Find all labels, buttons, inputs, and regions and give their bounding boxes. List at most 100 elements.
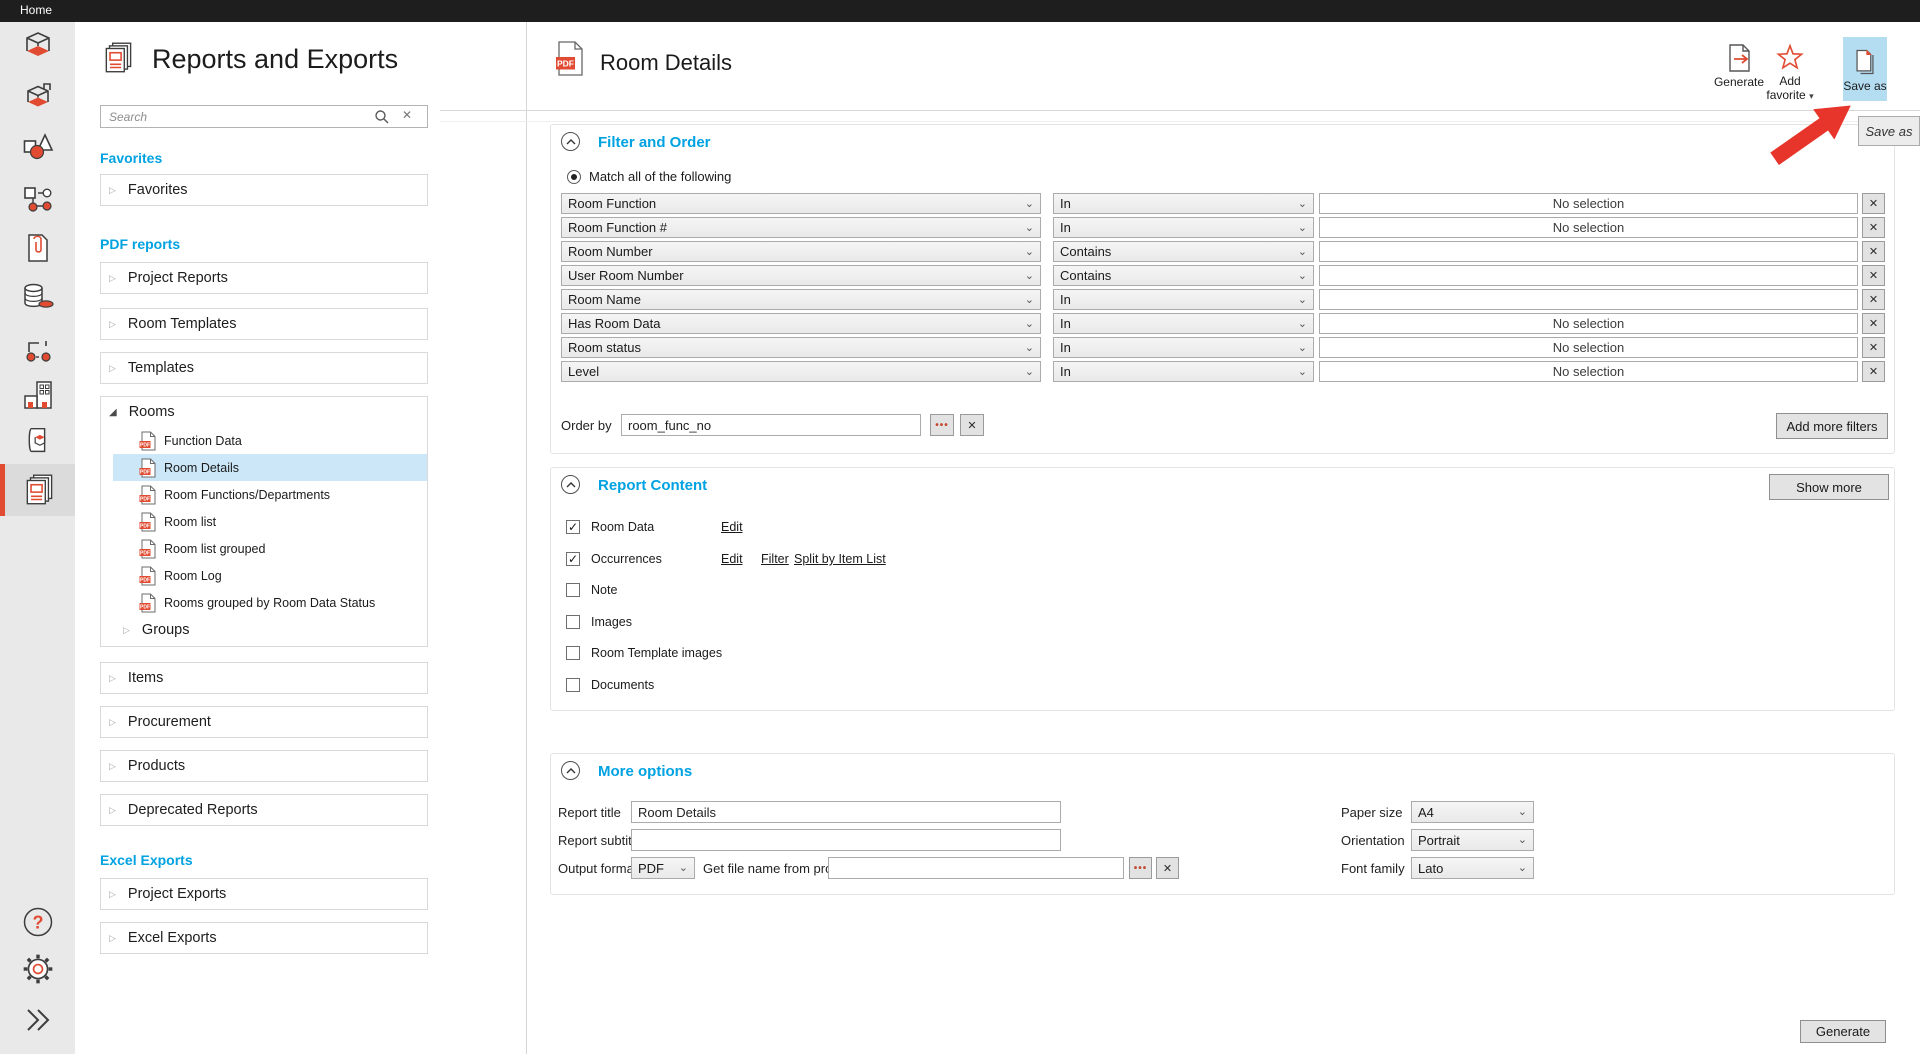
report-title-input[interactable] xyxy=(631,801,1061,823)
rail-help[interactable]: ? xyxy=(0,905,75,939)
tree-group-project-reports[interactable]: ▷ Project Reports xyxy=(100,262,428,294)
clear-search-icon[interactable]: ✕ xyxy=(402,108,412,122)
filter-field-select[interactable]: Room Function #⌄ xyxy=(561,217,1041,238)
file-name-clear-button[interactable]: ✕ xyxy=(1156,857,1179,879)
expander-collapsed-icon[interactable]: ▷ xyxy=(109,717,116,728)
room-template-images-checkbox[interactable] xyxy=(566,646,580,660)
font-family-select[interactable]: Lato ⌄ xyxy=(1411,857,1534,879)
remove-filter-button[interactable]: ✕ xyxy=(1862,265,1885,286)
expander-collapsed-icon[interactable]: ▷ xyxy=(109,805,116,816)
rail-settings[interactable] xyxy=(0,952,75,986)
filter-operator-select[interactable]: In⌄ xyxy=(1053,313,1314,334)
filter-operator-select[interactable]: In⌄ xyxy=(1053,361,1314,382)
tree-group-templates[interactable]: ▷ Templates xyxy=(100,352,428,384)
tree-node-groups[interactable]: ▷ Groups xyxy=(101,616,427,644)
rail-systems[interactable] xyxy=(0,182,75,218)
filter-field-select[interactable]: Has Room Data⌄ xyxy=(561,313,1041,334)
home-tab[interactable]: Home xyxy=(20,3,52,17)
file-name-property-input[interactable] xyxy=(828,857,1124,879)
expander-collapsed-icon[interactable]: ▷ xyxy=(123,625,130,636)
output-format-select[interactable]: PDF ⌄ xyxy=(631,857,695,879)
filter-value-combo[interactable]: No selection xyxy=(1319,313,1858,334)
expander-collapsed-icon[interactable]: ▷ xyxy=(109,363,116,374)
match-all-radio[interactable] xyxy=(567,170,581,184)
rail-product-catalog[interactable] xyxy=(0,424,75,458)
add-more-filters-button[interactable]: Add more filters xyxy=(1776,413,1888,439)
remove-filter-button[interactable]: ✕ xyxy=(1862,241,1885,262)
tree-item-rooms-grouped-by-room-data-status[interactable]: PDF Rooms grouped by Room Data Status xyxy=(113,589,427,616)
collapse-section-button[interactable] xyxy=(561,761,580,780)
remove-filter-button[interactable]: ✕ xyxy=(1862,313,1885,334)
expander-collapsed-icon[interactable]: ▷ xyxy=(109,889,116,900)
expander-collapsed-icon[interactable]: ▷ xyxy=(109,933,116,944)
collapse-section-button[interactable] xyxy=(561,475,580,494)
rail-buildings[interactable] xyxy=(0,377,75,413)
images-checkbox[interactable] xyxy=(566,615,580,629)
occurrences-checkbox[interactable]: ✓ xyxy=(566,552,580,566)
order-by-clear-button[interactable]: ✕ xyxy=(960,414,984,436)
tree-item-room-list-grouped[interactable]: PDF Room list grouped xyxy=(113,535,427,562)
filter-value-combo[interactable]: No selection xyxy=(1319,193,1858,214)
remove-filter-button[interactable]: ✕ xyxy=(1862,193,1885,214)
filter-field-select[interactable]: Room Function⌄ xyxy=(561,193,1041,214)
documents-checkbox[interactable] xyxy=(566,678,580,692)
show-more-button[interactable]: Show more xyxy=(1769,474,1889,500)
orientation-select[interactable]: Portrait ⌄ xyxy=(1411,829,1534,851)
add-favorite-toolbar-button[interactable]: Add favorite ▾ xyxy=(1759,43,1821,102)
filter-value-combo[interactable]: No selection xyxy=(1319,337,1858,358)
filter-link[interactable]: Filter xyxy=(761,552,789,566)
tree-group-products[interactable]: ▷ Products xyxy=(100,750,428,782)
filter-operator-select[interactable]: In⌄ xyxy=(1053,337,1314,358)
filter-operator-select[interactable]: In⌄ xyxy=(1053,193,1314,214)
split-by-item-list-link[interactable]: Split by Item List xyxy=(794,552,886,566)
collapse-section-button[interactable] xyxy=(561,132,580,151)
remove-filter-button[interactable]: ✕ xyxy=(1862,361,1885,382)
edit-link[interactable]: Edit xyxy=(721,552,743,566)
tree-group-room-templates[interactable]: ▷ Room Templates xyxy=(100,308,428,340)
filter-field-select[interactable]: Room Name⌄ xyxy=(561,289,1041,310)
tree-item-room-functions-departments[interactable]: PDF Room Functions/Departments xyxy=(113,481,427,508)
filter-value-combo[interactable] xyxy=(1319,241,1858,262)
tree-group-favorites[interactable]: ▷ Favorites xyxy=(100,174,428,206)
tree-item-room-log[interactable]: PDF Room Log xyxy=(113,562,427,589)
tree-item-room-list[interactable]: PDF Room list xyxy=(113,508,427,535)
remove-filter-button[interactable]: ✕ xyxy=(1862,337,1885,358)
filter-value-combo[interactable] xyxy=(1319,265,1858,286)
note-checkbox[interactable] xyxy=(566,583,580,597)
generate-button[interactable]: Generate xyxy=(1800,1020,1886,1043)
filter-value-combo[interactable] xyxy=(1319,289,1858,310)
filter-field-select[interactable]: Room Number⌄ xyxy=(561,241,1041,262)
filter-value-combo[interactable]: No selection xyxy=(1319,217,1858,238)
expander-collapsed-icon[interactable]: ▷ xyxy=(109,673,116,684)
tree-group-deprecated-reports[interactable]: ▷ Deprecated Reports xyxy=(100,794,428,826)
order-by-browse-button[interactable]: ••• xyxy=(930,414,954,436)
expander-collapsed-icon[interactable]: ▷ xyxy=(109,761,116,772)
order-by-input[interactable] xyxy=(621,414,921,436)
filter-operator-select[interactable]: Contains⌄ xyxy=(1053,241,1314,262)
rail-attached-documents[interactable] xyxy=(0,230,75,266)
rail-logistics[interactable] xyxy=(0,335,75,371)
rail-finance[interactable] xyxy=(0,278,75,314)
room-data-checkbox[interactable]: ✓ xyxy=(566,520,580,534)
file-name-browse-button[interactable]: ••• xyxy=(1129,857,1152,879)
expander-collapsed-icon[interactable]: ▷ xyxy=(109,319,116,330)
rail-reports-and-exports[interactable] xyxy=(0,464,75,516)
filter-value-combo[interactable]: No selection xyxy=(1319,361,1858,382)
tree-item-function-data[interactable]: PDF Function Data xyxy=(113,427,427,454)
rail-room-list[interactable] xyxy=(0,80,75,116)
report-subtitle-input[interactable] xyxy=(631,829,1061,851)
paper-size-select[interactable]: A4 ⌄ xyxy=(1411,801,1534,823)
filter-field-select[interactable]: User Room Number⌄ xyxy=(561,265,1041,286)
rail-expand[interactable] xyxy=(0,1003,75,1037)
tree-item-room-details-selected[interactable]: PDF Room Details xyxy=(113,454,427,481)
save-as-toolbar-button[interactable]: Save as xyxy=(1843,37,1887,101)
tree-group-project-exports[interactable]: ▷ Project Exports xyxy=(100,878,428,910)
filter-field-select[interactable]: Room status⌄ xyxy=(561,337,1041,358)
filter-operator-select[interactable]: Contains⌄ xyxy=(1053,265,1314,286)
remove-filter-button[interactable]: ✕ xyxy=(1862,289,1885,310)
filter-field-select[interactable]: Level⌄ xyxy=(561,361,1041,382)
rail-rooms[interactable] xyxy=(0,28,75,64)
remove-filter-button[interactable]: ✕ xyxy=(1862,217,1885,238)
rail-items[interactable] xyxy=(0,128,75,164)
filter-operator-select[interactable]: In⌄ xyxy=(1053,289,1314,310)
